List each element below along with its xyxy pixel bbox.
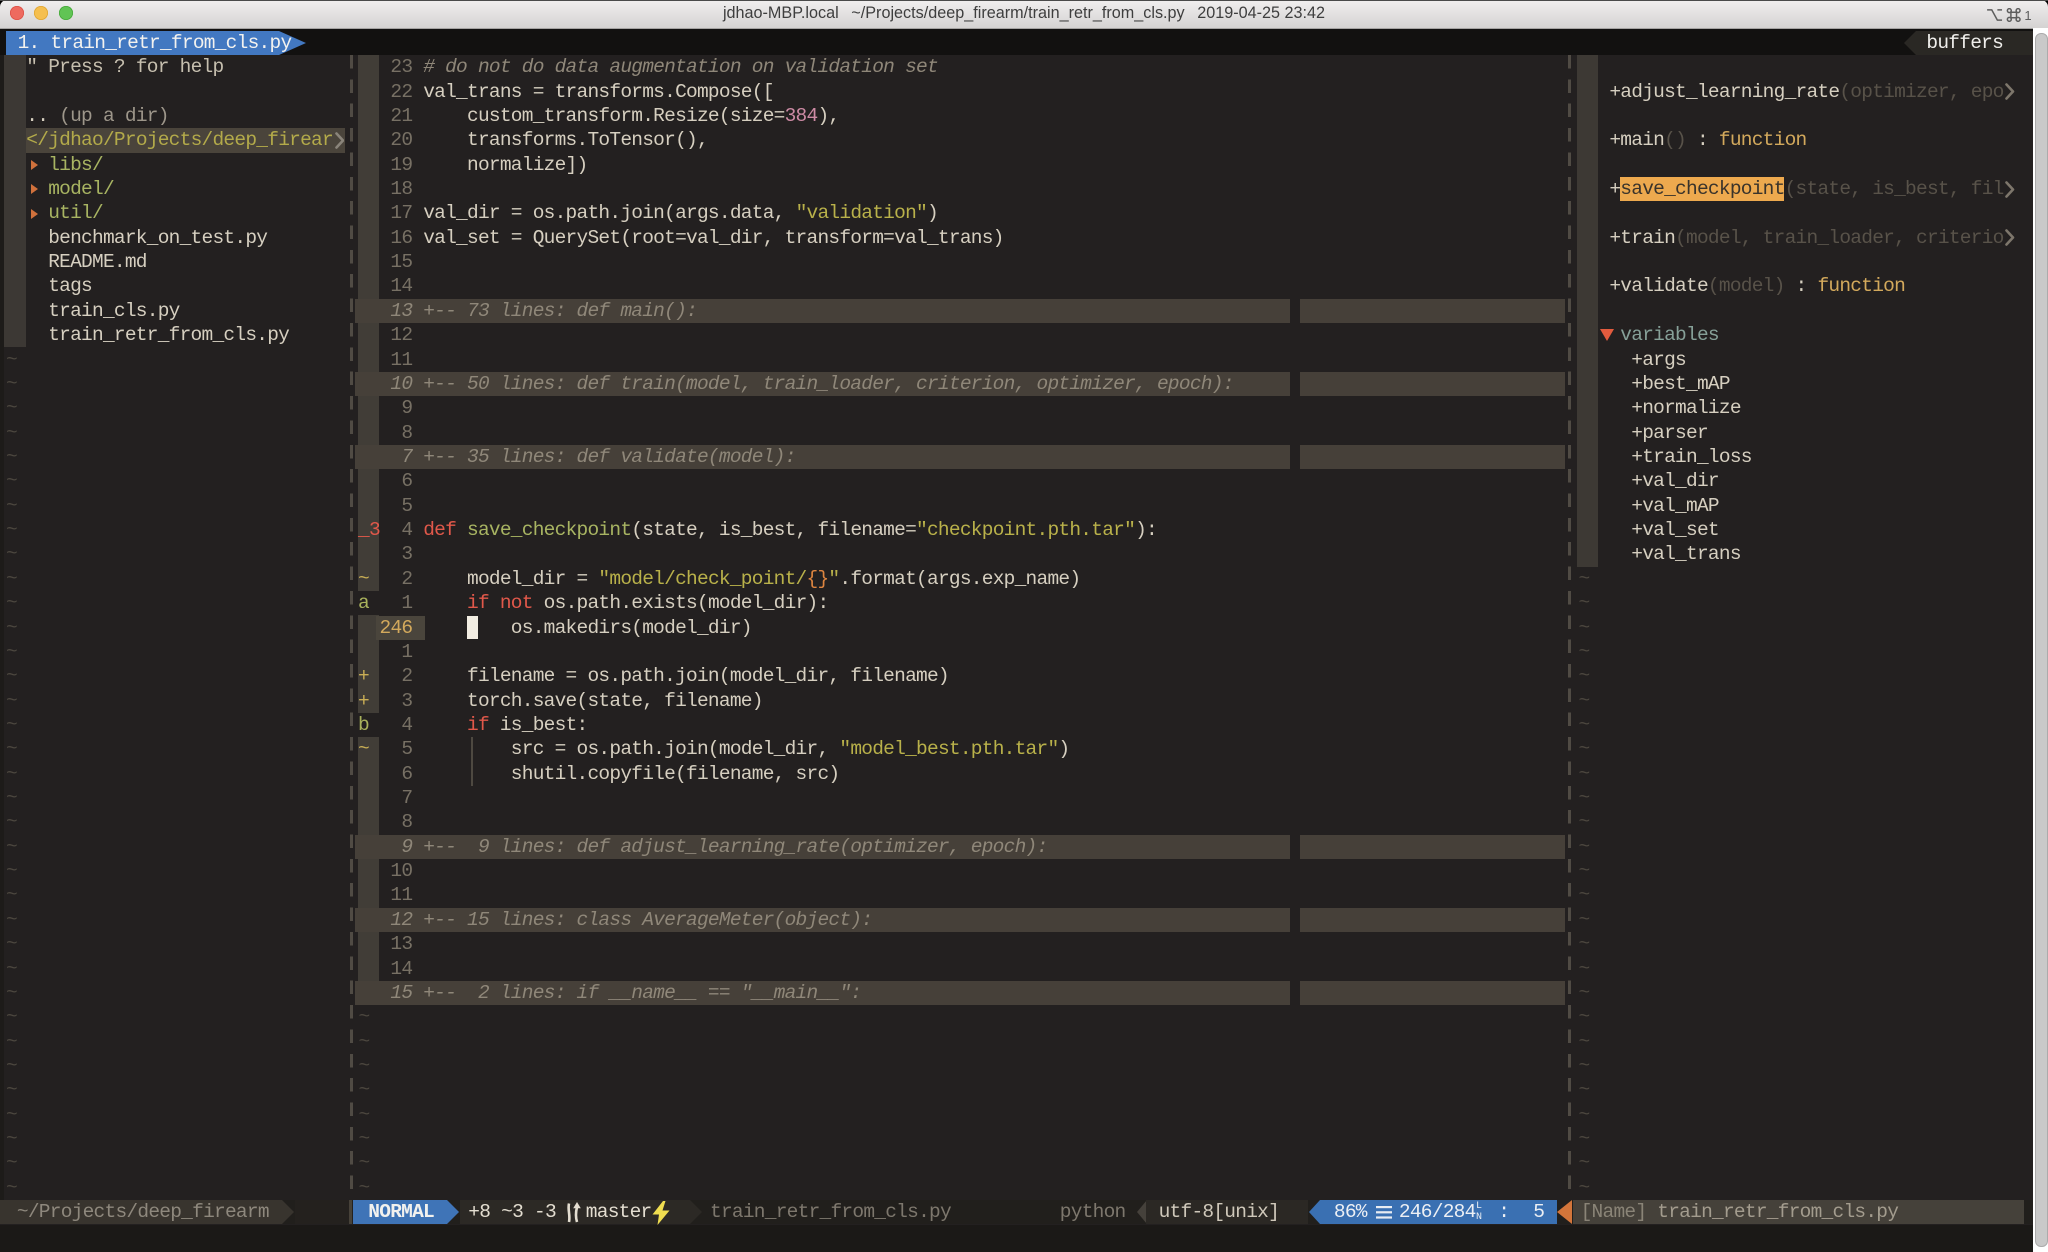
svg-text:1: 1 (2024, 8, 2031, 22)
